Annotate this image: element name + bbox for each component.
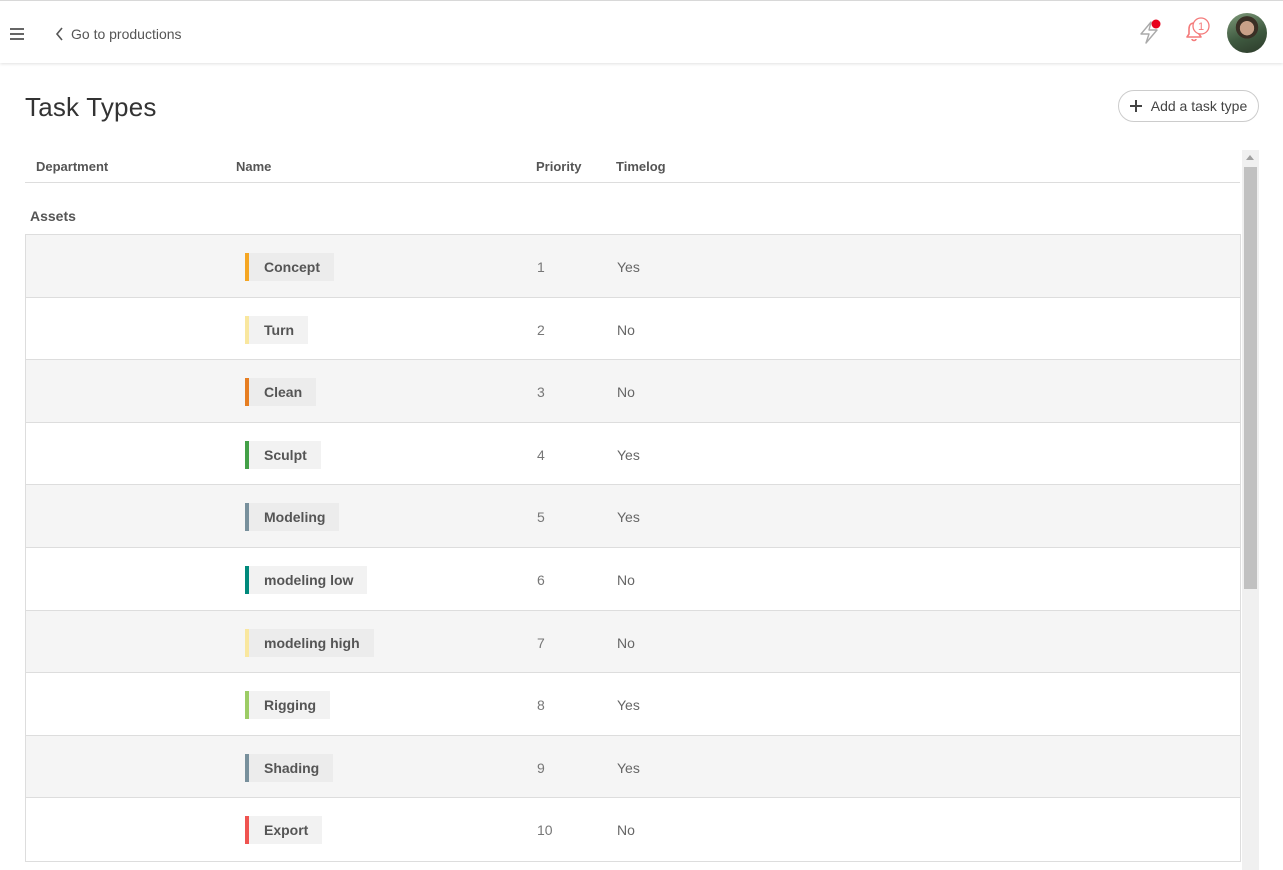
task-type-name: Rigging xyxy=(264,697,317,714)
bolt-notification-dot xyxy=(1151,19,1161,29)
back-to-productions-link[interactable]: Go to productions xyxy=(54,25,182,43)
task-type-priority: 5 xyxy=(537,509,545,526)
task-type-color-bar xyxy=(245,753,249,782)
scrollbar-thumb[interactable] xyxy=(1244,167,1257,589)
column-header-name: Name xyxy=(236,159,272,174)
table-row: modeling high 7 No xyxy=(26,610,1240,674)
task-type-priority: 3 xyxy=(537,384,545,401)
task-type-timelog: No xyxy=(617,822,635,839)
task-type-color-bar xyxy=(245,565,249,594)
table-row: Shading 9 Yes xyxy=(26,735,1240,799)
task-type-tag[interactable]: Export xyxy=(245,816,323,845)
notification-count: 1 xyxy=(1198,21,1204,33)
user-avatar[interactable] xyxy=(1227,13,1267,53)
column-header-timelog: Timelog xyxy=(616,159,666,174)
task-type-priority: 4 xyxy=(537,446,545,463)
task-type-color-bar xyxy=(245,628,249,657)
table-row: Concept 1 Yes xyxy=(26,235,1240,298)
add-task-type-button[interactable]: Add a task type xyxy=(1118,90,1259,122)
task-type-list: Concept 1 Yes Turn 2 No Clean 3 No Sculpt 4 Yes Mode… xyxy=(25,234,1241,862)
hamburger-menu-icon[interactable] xyxy=(10,28,24,40)
add-task-type-label: Add a task type xyxy=(1150,98,1248,114)
task-type-tag[interactable]: modeling low xyxy=(245,565,368,594)
table-header: Department Name Priority Timelog xyxy=(25,150,1240,183)
task-type-name: modeling high xyxy=(264,634,360,651)
task-type-tag[interactable]: Rigging xyxy=(245,691,331,720)
task-type-priority: 6 xyxy=(537,571,545,588)
table-row: Modeling 5 Yes xyxy=(26,485,1240,548)
scroll-up-arrow-icon[interactable] xyxy=(1246,155,1254,160)
page-title: Task Types xyxy=(25,92,157,122)
task-type-priority: 1 xyxy=(537,259,545,275)
task-type-timelog: Yes xyxy=(617,446,640,463)
task-type-color-bar xyxy=(245,503,249,532)
task-type-name: Clean xyxy=(264,384,303,401)
top-bar: Go to productions 1 xyxy=(0,0,1283,63)
task-type-timelog: Yes xyxy=(617,259,640,275)
table-row: Rigging 8 Yes xyxy=(26,673,1240,736)
task-type-priority: 2 xyxy=(537,321,545,338)
task-type-tag[interactable]: Sculpt xyxy=(245,440,321,469)
task-type-color-bar xyxy=(245,691,249,720)
task-type-timelog: No xyxy=(617,571,635,588)
task-type-timelog: Yes xyxy=(617,759,640,776)
task-type-timelog: No xyxy=(617,321,635,338)
task-type-name: Concept xyxy=(264,259,320,275)
plus-icon xyxy=(1129,100,1142,112)
task-type-timelog: Yes xyxy=(617,697,640,714)
column-header-department: Department xyxy=(36,159,109,174)
task-type-priority: 8 xyxy=(537,697,545,714)
task-type-name: Shading xyxy=(264,759,320,776)
task-type-priority: 7 xyxy=(537,634,545,651)
task-type-priority: 9 xyxy=(537,759,545,776)
task-type-color-bar xyxy=(245,440,249,469)
task-type-color-bar xyxy=(245,315,249,344)
scrollbar[interactable] xyxy=(1242,150,1259,870)
group-title-assets: Assets xyxy=(30,208,76,224)
task-type-tag[interactable]: Turn xyxy=(245,315,309,344)
column-header-priority: Priority xyxy=(536,159,582,174)
task-type-priority: 10 xyxy=(537,822,553,839)
task-type-timelog: No xyxy=(617,634,635,651)
task-type-timelog: Yes xyxy=(617,509,640,526)
task-type-name: Modeling xyxy=(264,509,326,526)
task-type-tag[interactable]: modeling high xyxy=(245,628,374,657)
task-type-tag[interactable]: Modeling xyxy=(245,503,340,532)
task-type-tag[interactable]: Clean xyxy=(245,378,317,407)
task-type-tag[interactable]: Concept xyxy=(245,253,334,281)
bolt-icon[interactable] xyxy=(1137,18,1163,46)
task-type-timelog: No xyxy=(617,384,635,401)
table-row: Turn 2 No xyxy=(26,297,1240,361)
back-link-label: Go to productions xyxy=(71,26,182,42)
table-row: Clean 3 No xyxy=(26,360,1240,423)
task-type-color-bar xyxy=(245,253,249,281)
task-type-color-bar xyxy=(245,816,249,845)
table-row: modeling low 6 No xyxy=(26,547,1240,611)
task-type-name: modeling low xyxy=(264,571,354,588)
bell-icon[interactable]: 1 xyxy=(1180,16,1212,46)
task-type-tag[interactable]: Shading xyxy=(245,753,334,782)
task-type-name: Export xyxy=(264,822,309,839)
chevron-left-icon xyxy=(55,27,63,41)
table-row: Export 10 No xyxy=(26,798,1240,861)
task-type-color-bar xyxy=(245,378,249,407)
task-type-name: Turn xyxy=(264,321,295,338)
task-type-name: Sculpt xyxy=(264,446,307,463)
table-row: Sculpt 4 Yes xyxy=(26,422,1240,486)
